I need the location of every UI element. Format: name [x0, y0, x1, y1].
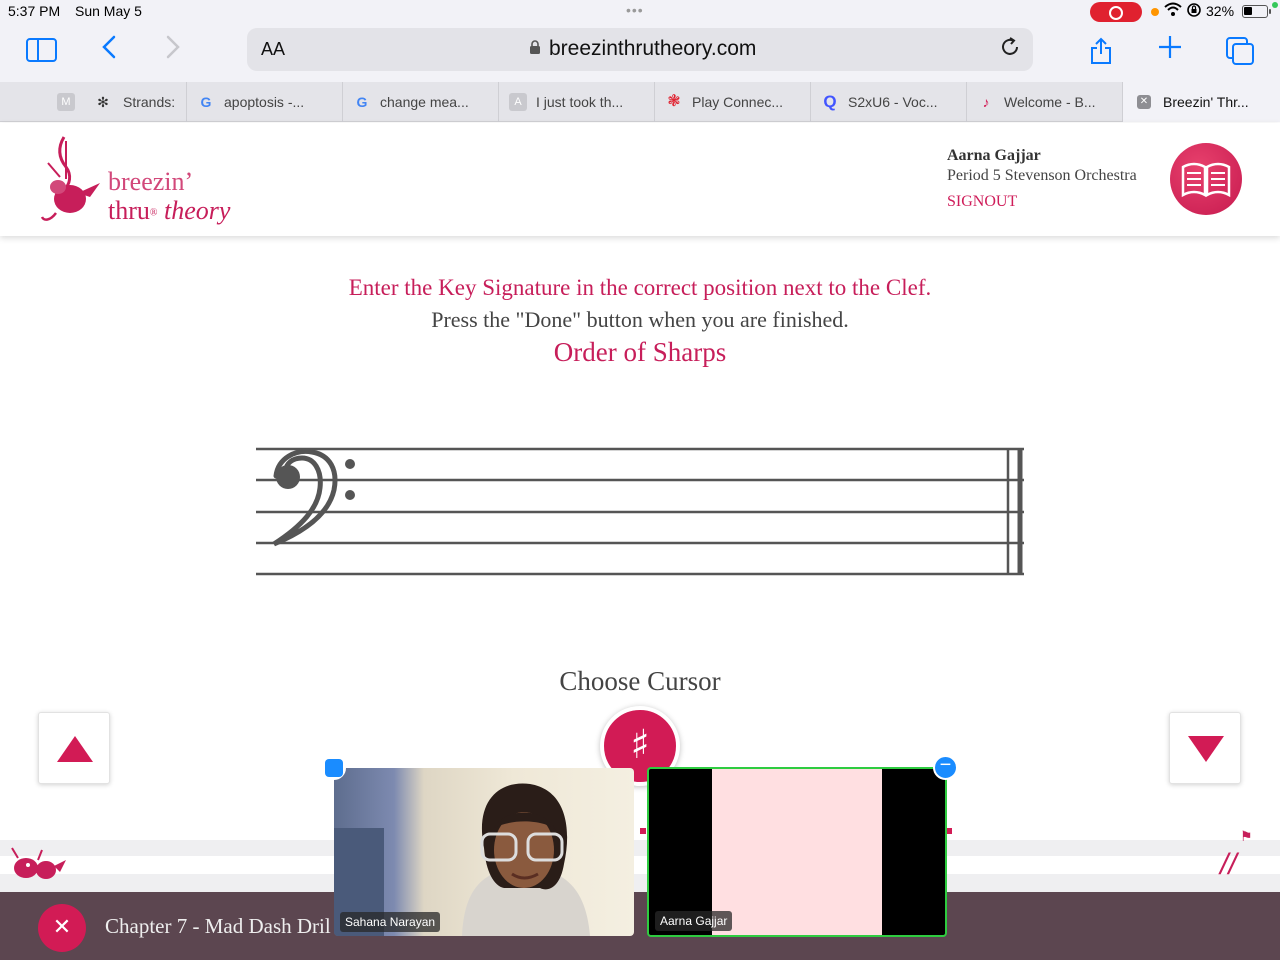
google-icon: G: [356, 94, 368, 110]
browser-toolbar: AA breezinthrutheory.com: [0, 24, 1280, 82]
battery-icon: [1242, 5, 1271, 18]
tab-apoptosis[interactable]: G apoptosis -...: [186, 82, 342, 122]
tab-label: Play Connec...: [692, 94, 784, 110]
site-header: breezin’ thru® theory Aarna Gajjar Perio…: [0, 123, 1280, 236]
bottom-bar: ✕ Chapter 7 - Mad Dash Dril: [0, 892, 1280, 960]
finish-line-icon: //: [1220, 848, 1237, 881]
tab-play-connec[interactable]: ❃ Play Connec...: [654, 82, 810, 122]
bass-clef-icon: [272, 448, 355, 547]
logo-thru: thru: [108, 196, 150, 225]
progress-tick: [640, 828, 646, 834]
mail-icon: M: [57, 93, 75, 111]
logo-theory: theory: [164, 196, 231, 225]
forward-button[interactable]: [160, 34, 186, 68]
music-staff[interactable]: [256, 446, 1026, 578]
video-tile-aarna[interactable]: Aarna Gajjar: [647, 767, 947, 937]
status-time: 5:37 PM: [8, 3, 61, 19]
chapter-title: Chapter 7 - Mad Dash Dril: [105, 914, 331, 938]
cbc-icon: ❃: [667, 93, 681, 110]
new-tab-icon[interactable]: [1156, 34, 1184, 68]
battery-percent: 32%: [1206, 3, 1235, 19]
participant-name: Sahana Narayan: [340, 912, 441, 932]
logo-line-2: thru® theory: [108, 196, 230, 228]
breezin-icon: ♪: [982, 94, 990, 110]
instruction-line-2: Press the "Done" button when you are fin…: [431, 307, 849, 332]
lock-icon: [529, 40, 541, 58]
logo-line-1: breezin’: [108, 167, 194, 196]
picture-in-picture-icon[interactable]: [322, 756, 346, 780]
choose-cursor-label: Choose Cursor: [559, 666, 721, 696]
quizlet-icon: Q: [823, 92, 837, 111]
logo-registered: ®: [149, 207, 158, 219]
multitasking-dots-icon[interactable]: •••: [626, 2, 644, 18]
mic-indicator-icon: [1151, 8, 1159, 16]
screen-recording-icon[interactable]: [1090, 2, 1142, 22]
progress-bar: ⚑ //: [0, 828, 1280, 892]
text-size-button[interactable]: AA: [261, 39, 285, 60]
tab-i-just-took[interactable]: A I just took th...: [498, 82, 654, 122]
tab-change-mea[interactable]: G change mea...: [342, 82, 498, 122]
google-icon: G: [200, 94, 212, 110]
finish-flag-icon: ⚑: [1240, 828, 1253, 844]
reload-icon[interactable]: [999, 36, 1021, 64]
orientation-lock-icon: [1186, 2, 1202, 21]
tab-s2xu6[interactable]: Q S2xU6 - Voc...: [810, 82, 966, 122]
tab-label: apoptosis -...: [224, 94, 305, 110]
strands-icon: ✻: [97, 94, 109, 110]
sidebar-toggle-icon[interactable]: [26, 38, 57, 62]
logo-text[interactable]: breezin’ thru® theory: [108, 167, 230, 228]
tab-strip: M ✻ Strands: G apoptosis -... G change m…: [0, 82, 1280, 122]
cursor-up-button[interactable]: [38, 712, 110, 784]
back-button[interactable]: [96, 34, 122, 68]
url-text[interactable]: breezinthrutheory.com: [549, 37, 756, 61]
tab-label: Strands:: [123, 94, 176, 110]
cursor-down-button[interactable]: [1169, 712, 1241, 784]
close-exercise-button[interactable]: ✕: [38, 904, 86, 952]
instruction-line-1: Enter the Key Signature in the correct p…: [348, 275, 932, 300]
book-button[interactable]: [1170, 143, 1242, 215]
video-tile-sahana[interactable]: Sahana Narayan: [334, 768, 634, 936]
signout-link[interactable]: SIGNOUT: [947, 193, 1017, 211]
breezin-logo-icon[interactable]: [36, 133, 114, 225]
tab-strands[interactable]: M ✻ Strands:: [10, 82, 186, 122]
shared-screen-thumbnail: [712, 769, 882, 935]
tab-welcome[interactable]: ♪ Welcome - B...: [966, 82, 1122, 122]
a-icon: A: [509, 93, 527, 111]
tab-label: Breezin' Thr...: [1163, 94, 1249, 110]
status-date: Sun May 5: [75, 3, 142, 19]
minimize-icon[interactable]: −: [933, 755, 958, 780]
triangle-down-icon: [1188, 736, 1224, 762]
tab-breezin-thru[interactable]: ✕ Breezin' Thr...: [1122, 82, 1280, 122]
order-of-sharps-link[interactable]: Order of Sharps: [0, 337, 1280, 368]
status-bar: 5:37 PM Sun May 5 ••• 32%: [0, 0, 1280, 24]
camera-indicator-icon: [1272, 2, 1278, 8]
triangle-up-icon: [57, 736, 93, 762]
user-class: Period 5 Stevenson Orchestra: [947, 167, 1137, 184]
wifi-icon: [1164, 2, 1182, 21]
address-bar[interactable]: AA breezinthrutheory.com: [247, 28, 1033, 71]
participant-name: Aarna Gajjar: [655, 911, 733, 931]
open-book-icon: [1181, 162, 1231, 198]
tab-label: Welcome - B...: [1004, 94, 1096, 110]
tab-overview-icon[interactable]: [1226, 37, 1254, 65]
user-name: Aarna Gajjar: [947, 147, 1041, 164]
progress-track: [0, 856, 1280, 874]
tab-label: change mea...: [380, 94, 469, 110]
close-tab-icon[interactable]: ✕: [1137, 95, 1151, 109]
bird-progress-icon: [11, 847, 66, 879]
share-icon[interactable]: [1090, 37, 1112, 64]
participant-video-icon: [334, 783, 590, 936]
tab-label: I just took th...: [536, 94, 624, 110]
tab-label: S2xU6 - Voc...: [848, 94, 938, 110]
